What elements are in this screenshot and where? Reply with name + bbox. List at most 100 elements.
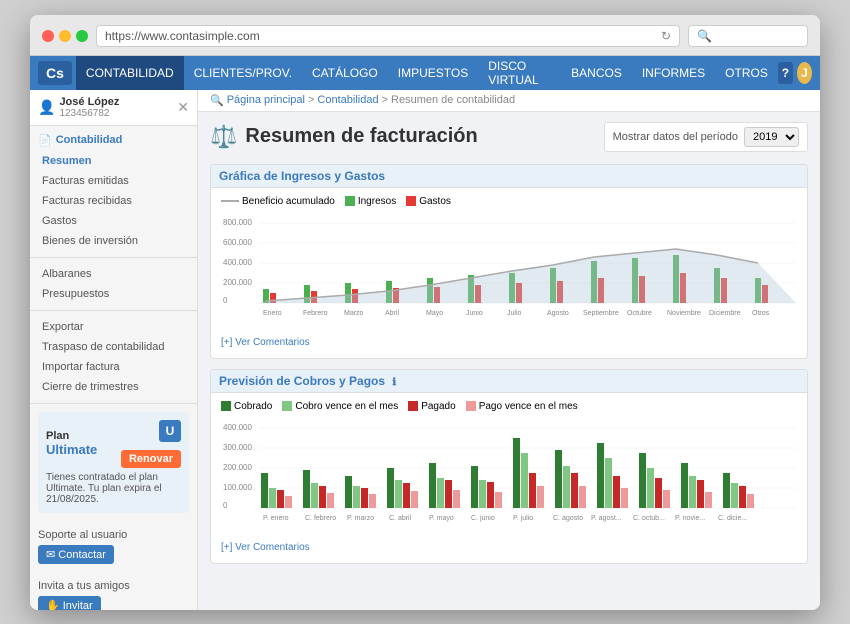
sidebar-item-albaranes[interactable]: Albaranes <box>30 264 197 284</box>
legend-cobro-vence-label: Cobro vence en el mes <box>295 401 398 412</box>
sidebar-item-traspaso[interactable]: Traspaso de contabilidad <box>30 337 197 357</box>
svg-text:C. abril: C. abril <box>389 515 412 522</box>
svg-text:P. novie...: P. novie... <box>675 515 705 522</box>
period-select[interactable]: 2019 2018 2020 <box>744 127 799 147</box>
svg-text:Febrero: Febrero <box>303 310 328 317</box>
ingresos-gastos-section: Gráfica de Ingresos y Gastos Beneficio a… <box>210 164 808 359</box>
sidebar-item-bienes[interactable]: Bienes de inversión <box>30 231 197 251</box>
svg-text:P. agost...: P. agost... <box>591 515 622 522</box>
sidebar-plan: Plan Ultimate U Renovar Tienes contratad… <box>38 412 189 513</box>
nav-bar: Cs CONTABILIDAD CLIENTES/PROV. CATÁLOGO … <box>30 56 820 90</box>
refresh-icon[interactable]: ↻ <box>661 29 671 43</box>
sidebar-item-gastos[interactable]: Gastos <box>30 211 197 231</box>
nav-user-avatar[interactable]: J <box>797 62 812 84</box>
maximize-button[interactable] <box>76 30 88 42</box>
svg-text:400.000: 400.000 <box>223 258 252 267</box>
browser-window: https://www.contasimple.com ↻ 🔍 Cs CONTA… <box>30 15 820 610</box>
legend-cobrado-label: Cobrado <box>234 401 272 412</box>
chart2-container: 400.000 300.000 200.000 100.000 0 <box>221 418 797 538</box>
legend-ingresos-label: Ingresos <box>358 196 396 207</box>
sidebar-item-facturas-recibidas[interactable]: Facturas recibidas <box>30 191 197 211</box>
nav-help-button[interactable]: ? <box>778 62 793 84</box>
svg-text:Mayo: Mayo <box>426 310 443 317</box>
legend-beneficio-label: Beneficio acumulado <box>242 196 335 207</box>
page-title: Resumen de facturación <box>245 125 477 148</box>
svg-text:Noviembre: Noviembre <box>667 310 701 317</box>
cobros-pagos-section: Previsión de Cobros y Pagos ℹ Cobrado Co… <box>210 369 808 564</box>
sidebar-close-button[interactable]: ✕ <box>177 99 189 116</box>
support-label: Soporte al usuario <box>38 529 189 541</box>
chart1-comments-link[interactable]: [+] Ver Comentarios <box>221 337 797 348</box>
sidebar-support: Soporte al usuario ✉ Contactar <box>30 521 197 572</box>
sidebar-item-importar[interactable]: Importar factura <box>30 357 197 377</box>
user-icon: 👤 <box>38 99 55 116</box>
svg-text:800.000: 800.000 <box>223 218 252 227</box>
sidebar-user-id: 123456782 <box>59 108 119 119</box>
nav-item-bancos[interactable]: BANCOS <box>561 56 632 90</box>
legend-pago-vence: Pago vence en el mes <box>466 401 578 412</box>
help-icon: ℹ <box>392 377 396 388</box>
svg-text:Junio: Junio <box>466 310 483 317</box>
svg-text:200.000: 200.000 <box>223 463 252 472</box>
svg-text:Marzo: Marzo <box>344 310 364 317</box>
svg-text:Otros: Otros <box>752 310 770 317</box>
nav-item-clientes[interactable]: CLIENTES/PROV. <box>184 56 302 90</box>
breadcrumb-contabilidad[interactable]: Contabilidad <box>317 94 378 106</box>
plan-renew-button[interactable]: Renovar <box>121 450 181 468</box>
minimize-button[interactable] <box>59 30 71 42</box>
chart2-svg: 400.000 300.000 200.000 100.000 0 <box>221 418 801 538</box>
chart2-comments-link[interactable]: [+] Ver Comentarios <box>221 542 797 553</box>
balance-icon: ⚖️ <box>210 124 237 150</box>
svg-text:Septiembre: Septiembre <box>583 310 619 317</box>
sidebar-item-exportar[interactable]: Exportar <box>30 317 197 337</box>
page-header: ⚖️ Resumen de facturación Mostrar datos … <box>210 122 808 152</box>
legend-pagado-label: Pagado <box>421 401 455 412</box>
plan-title: Plan <box>46 430 97 442</box>
nav-item-informes[interactable]: INFORMES <box>632 56 715 90</box>
svg-text:Agosto: Agosto <box>547 310 569 317</box>
invite-button[interactable]: ✋ Invitar <box>38 596 101 610</box>
svg-text:Enero: Enero <box>263 310 282 317</box>
traffic-lights <box>42 30 88 42</box>
nav-item-disco[interactable]: DISCO VIRTUAL <box>478 56 561 90</box>
search-icon: 🔍 <box>697 29 712 43</box>
sidebar-item-resumen[interactable]: Resumen <box>30 151 197 171</box>
sidebar-item-cierre[interactable]: Cierre de trimestres <box>30 377 197 397</box>
chart2-title: Previsión de Cobros y Pagos ℹ <box>211 370 807 393</box>
sidebar-user-name: José López <box>59 96 119 108</box>
svg-text:Octubre: Octubre <box>627 310 652 317</box>
close-button[interactable] <box>42 30 54 42</box>
nav-logo[interactable]: Cs <box>38 61 72 85</box>
svg-text:P. enero: P. enero <box>263 515 289 522</box>
svg-text:400.000: 400.000 <box>223 423 252 432</box>
document-icon: 📄 <box>38 134 52 147</box>
nav-item-catalogo[interactable]: CATÁLOGO <box>302 56 388 90</box>
legend-gastos-label: Gastos <box>419 196 451 207</box>
svg-text:C. agosto: C. agosto <box>553 515 583 522</box>
contact-button[interactable]: ✉ Contactar <box>38 545 114 564</box>
svg-text:C. dicie...: C. dicie... <box>718 515 747 522</box>
nav-item-contabilidad[interactable]: CONTABILIDAD <box>76 56 184 90</box>
svg-text:P. marzo: P. marzo <box>347 515 374 522</box>
browser-search[interactable]: 🔍 <box>688 25 808 47</box>
chart1-svg: 800.000 600.000 400.000 200.000 0 <box>221 213 801 333</box>
svg-text:P. mayo: P. mayo <box>429 515 454 522</box>
address-bar[interactable]: https://www.contasimple.com ↻ <box>96 25 680 47</box>
plan-badge: U <box>159 420 181 442</box>
search-content-icon[interactable]: 🔍 <box>210 94 224 107</box>
legend-ingresos: Ingresos <box>345 196 396 207</box>
breadcrumb-home[interactable]: Página principal <box>227 94 305 106</box>
breadcrumb: 🔍 Página principal > Contabilidad > Resu… <box>198 90 820 112</box>
chart1-legend: Beneficio acumulado Ingresos Gastos <box>221 196 797 207</box>
sidebar-item-presupuestos[interactable]: Presupuestos <box>30 284 197 304</box>
sidebar-user: 👤 José López 123456782 ✕ <box>30 90 197 126</box>
chart2-legend: Cobrado Cobro vence en el mes Pagado <box>221 401 797 412</box>
period-label: Mostrar datos del período <box>613 131 738 143</box>
nav-item-otros[interactable]: OTROS <box>715 56 778 90</box>
invite-label: Invita a tus amigos <box>38 580 189 592</box>
legend-beneficio: Beneficio acumulado <box>221 196 335 207</box>
svg-text:Julio: Julio <box>507 310 522 317</box>
period-selector: Mostrar datos del período 2019 2018 2020 <box>604 122 808 152</box>
sidebar-item-facturas-emitidas[interactable]: Facturas emitidas <box>30 171 197 191</box>
nav-item-impuestos[interactable]: IMPUESTOS <box>388 56 478 90</box>
